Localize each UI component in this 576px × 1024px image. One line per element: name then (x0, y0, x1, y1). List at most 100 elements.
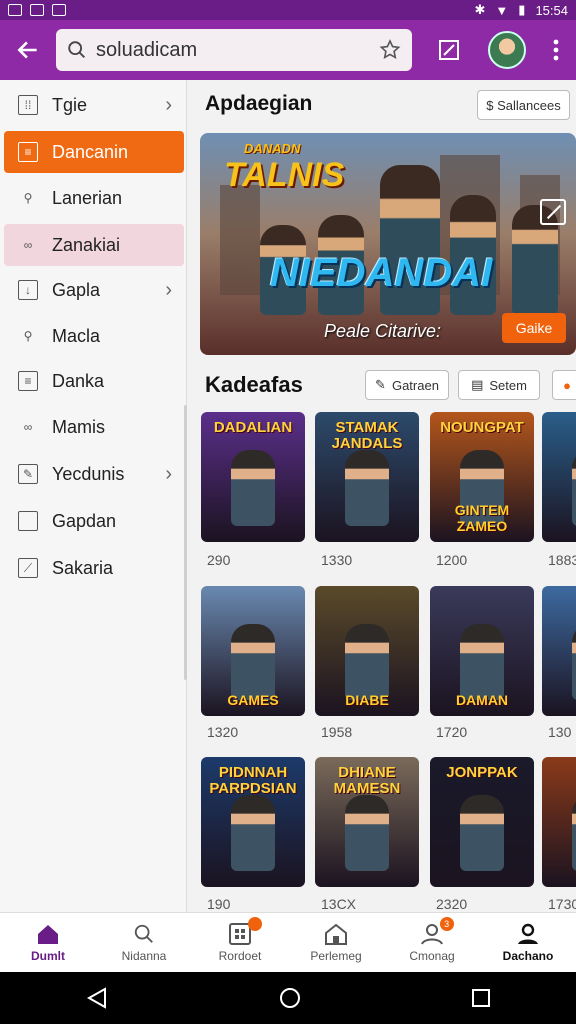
notification-badge (247, 917, 262, 931)
home-circle-icon[interactable] (279, 987, 301, 1009)
game-card-count: 2320 (436, 896, 468, 912)
banner-building (220, 185, 260, 295)
game-card[interactable]: STAMAK JANDALS (315, 412, 419, 542)
game-card[interactable]: DADALIAN (201, 412, 305, 542)
sidebar: ⁞⁞ Tgie › ≡ Dancanin ⚲ Lanerian ∞ Zanaki… (0, 80, 187, 912)
avatar (488, 31, 526, 69)
game-card[interactable]: PIDNNAH PARPDSIAN (201, 757, 305, 887)
expand-icon (439, 40, 459, 60)
filter-more-button[interactable]: ● (552, 370, 576, 400)
bottom-nav: Dumlt Nidanna Rordoet Perlemeg 3 Cmonag … (0, 912, 576, 972)
game-card[interactable] (542, 412, 576, 542)
filter-label: Setem (489, 377, 527, 393)
chevron-right-icon: › (165, 278, 172, 301)
search-icon (68, 41, 85, 58)
sidebar-item-yecdunis[interactable]: ✎ Yecdunis › (4, 453, 184, 495)
game-card[interactable]: DHIANE MAMESN (315, 757, 419, 887)
sort-button[interactable]: $ Sallancees (477, 90, 570, 120)
sidebar-item-label: Gapla (52, 279, 101, 300)
filter-button[interactable]: ▤ Setem (458, 370, 540, 400)
link-icon: ∞ (23, 420, 33, 434)
filter-button[interactable]: ✎ Gatraen (365, 370, 449, 400)
banner-logo-small: DANADN (244, 141, 301, 156)
game-card-character (572, 795, 576, 871)
avatar-button[interactable] (478, 20, 536, 80)
sidebar-item-lanerian[interactable]: ⚲ Lanerian (4, 177, 184, 219)
game-card[interactable]: GAMES (201, 586, 305, 716)
sidebar-item-label: Sakaria (52, 557, 114, 578)
filter-dot-icon: ● (563, 377, 571, 393)
back-button[interactable] (0, 20, 56, 80)
bottom-nav-dumlt[interactable]: Dumlt (0, 913, 96, 972)
notification-icon (52, 4, 66, 16)
sidebar-item-zanakiai[interactable]: ∞ Zanakiai (4, 224, 184, 266)
game-card-count: 1730 (548, 896, 576, 912)
bottom-nav-cmonag[interactable]: 3 Cmonag (384, 913, 480, 972)
game-card[interactable]: K (542, 757, 576, 887)
bottom-nav-nidanna[interactable]: Nidanna (96, 913, 192, 972)
game-card-count: 1200 (436, 552, 468, 568)
game-card[interactable] (542, 586, 576, 716)
edit-icon: ✎ (375, 377, 386, 392)
search-field[interactable]: soluadicam (56, 29, 412, 71)
section-title: Apdaegian (205, 92, 313, 115)
bottom-nav-perlemeg[interactable]: Perlemeg (288, 913, 384, 972)
game-card-count: 1320 (207, 724, 239, 740)
sidebar-item-sakaria[interactable]: ⟋ Sakaria (4, 547, 184, 589)
sidebar-item-gapla[interactable]: ↓ Gapla › (4, 269, 184, 311)
expand-button[interactable] (420, 20, 478, 80)
sidebar-item-danka[interactable]: ≡ Danka (4, 360, 184, 402)
bottom-nav-rordoet[interactable]: Rordoet (192, 913, 288, 972)
sidebar-item-macla[interactable]: ⚲ Macla (4, 315, 184, 357)
sidebar-item-label: Dancanin (52, 141, 129, 162)
search-input[interactable]: soluadicam (96, 39, 378, 62)
sidebar-item-gapdan[interactable]: Gapdan (4, 500, 184, 542)
sidebar-scrollbar[interactable] (184, 405, 187, 680)
game-card[interactable]: NOUNGPAT GINTEM ZAMEO (430, 412, 534, 542)
home-icon (36, 923, 60, 945)
sidebar-item-label: Danka (52, 370, 105, 391)
sidebar-item-tgie[interactable]: ⁞⁞ Tgie › (4, 84, 184, 126)
filter-label: Gatraen (391, 377, 439, 393)
bottom-nav-label: Nidanna (121, 948, 167, 963)
game-card-subtitle: DAMAN (455, 692, 509, 708)
game-card[interactable]: DIABE (315, 586, 419, 716)
banner-expand-icon[interactable] (540, 199, 566, 225)
document-icon: ≡ (18, 371, 38, 391)
recents-square-icon[interactable] (471, 988, 491, 1008)
chevron-right-icon: › (165, 93, 172, 116)
bottom-nav-label: Cmonag (409, 948, 455, 963)
featured-banner[interactable]: DANADN TALNIS NIEDANDAI Peale Citarive: … (200, 133, 576, 355)
more-menu-button[interactable] (536, 20, 576, 80)
sidebar-item-dancanin[interactable]: ≡ Dancanin (4, 131, 184, 173)
sidebar-item-label: Gapdan (52, 510, 117, 531)
notification-icon (30, 4, 44, 16)
profile-icon (516, 923, 540, 945)
game-card-title: PIDNNAH PARPDSIAN (209, 764, 297, 797)
chevron-right-icon: › (165, 462, 172, 485)
game-card-character (572, 450, 576, 526)
game-card-character (231, 624, 275, 700)
document-icon: ≡ (18, 142, 38, 162)
system-nav-bar (0, 972, 576, 1024)
search-icon: ⚲ (23, 329, 33, 343)
square-icon (18, 511, 38, 531)
edit-icon: ✎ (18, 464, 38, 484)
game-card-character (572, 624, 576, 700)
notification-icon (8, 4, 22, 16)
game-card-count: 190 (207, 896, 231, 912)
game-card[interactable]: JONPPAK (430, 757, 534, 887)
game-card[interactable]: DAMAN (430, 586, 534, 716)
star-icon[interactable] (378, 38, 402, 62)
bottom-nav-label: Rordoet (218, 948, 262, 963)
bottom-nav-dachano[interactable]: Dachano (480, 913, 576, 972)
game-card-subtitle: GAMES (227, 692, 279, 708)
banner-subtitle: Peale Citarive: (324, 321, 442, 341)
banner-cta-button[interactable]: Gaike (502, 313, 566, 343)
store-icon (324, 923, 348, 945)
game-card-title: K (542, 765, 576, 781)
back-triangle-icon[interactable] (85, 987, 109, 1009)
sidebar-item-mamis[interactable]: ∞ Mamis (4, 406, 184, 448)
grid-icon: ⁞⁞ (18, 95, 38, 115)
bottom-nav-label: Dachano (502, 948, 554, 963)
